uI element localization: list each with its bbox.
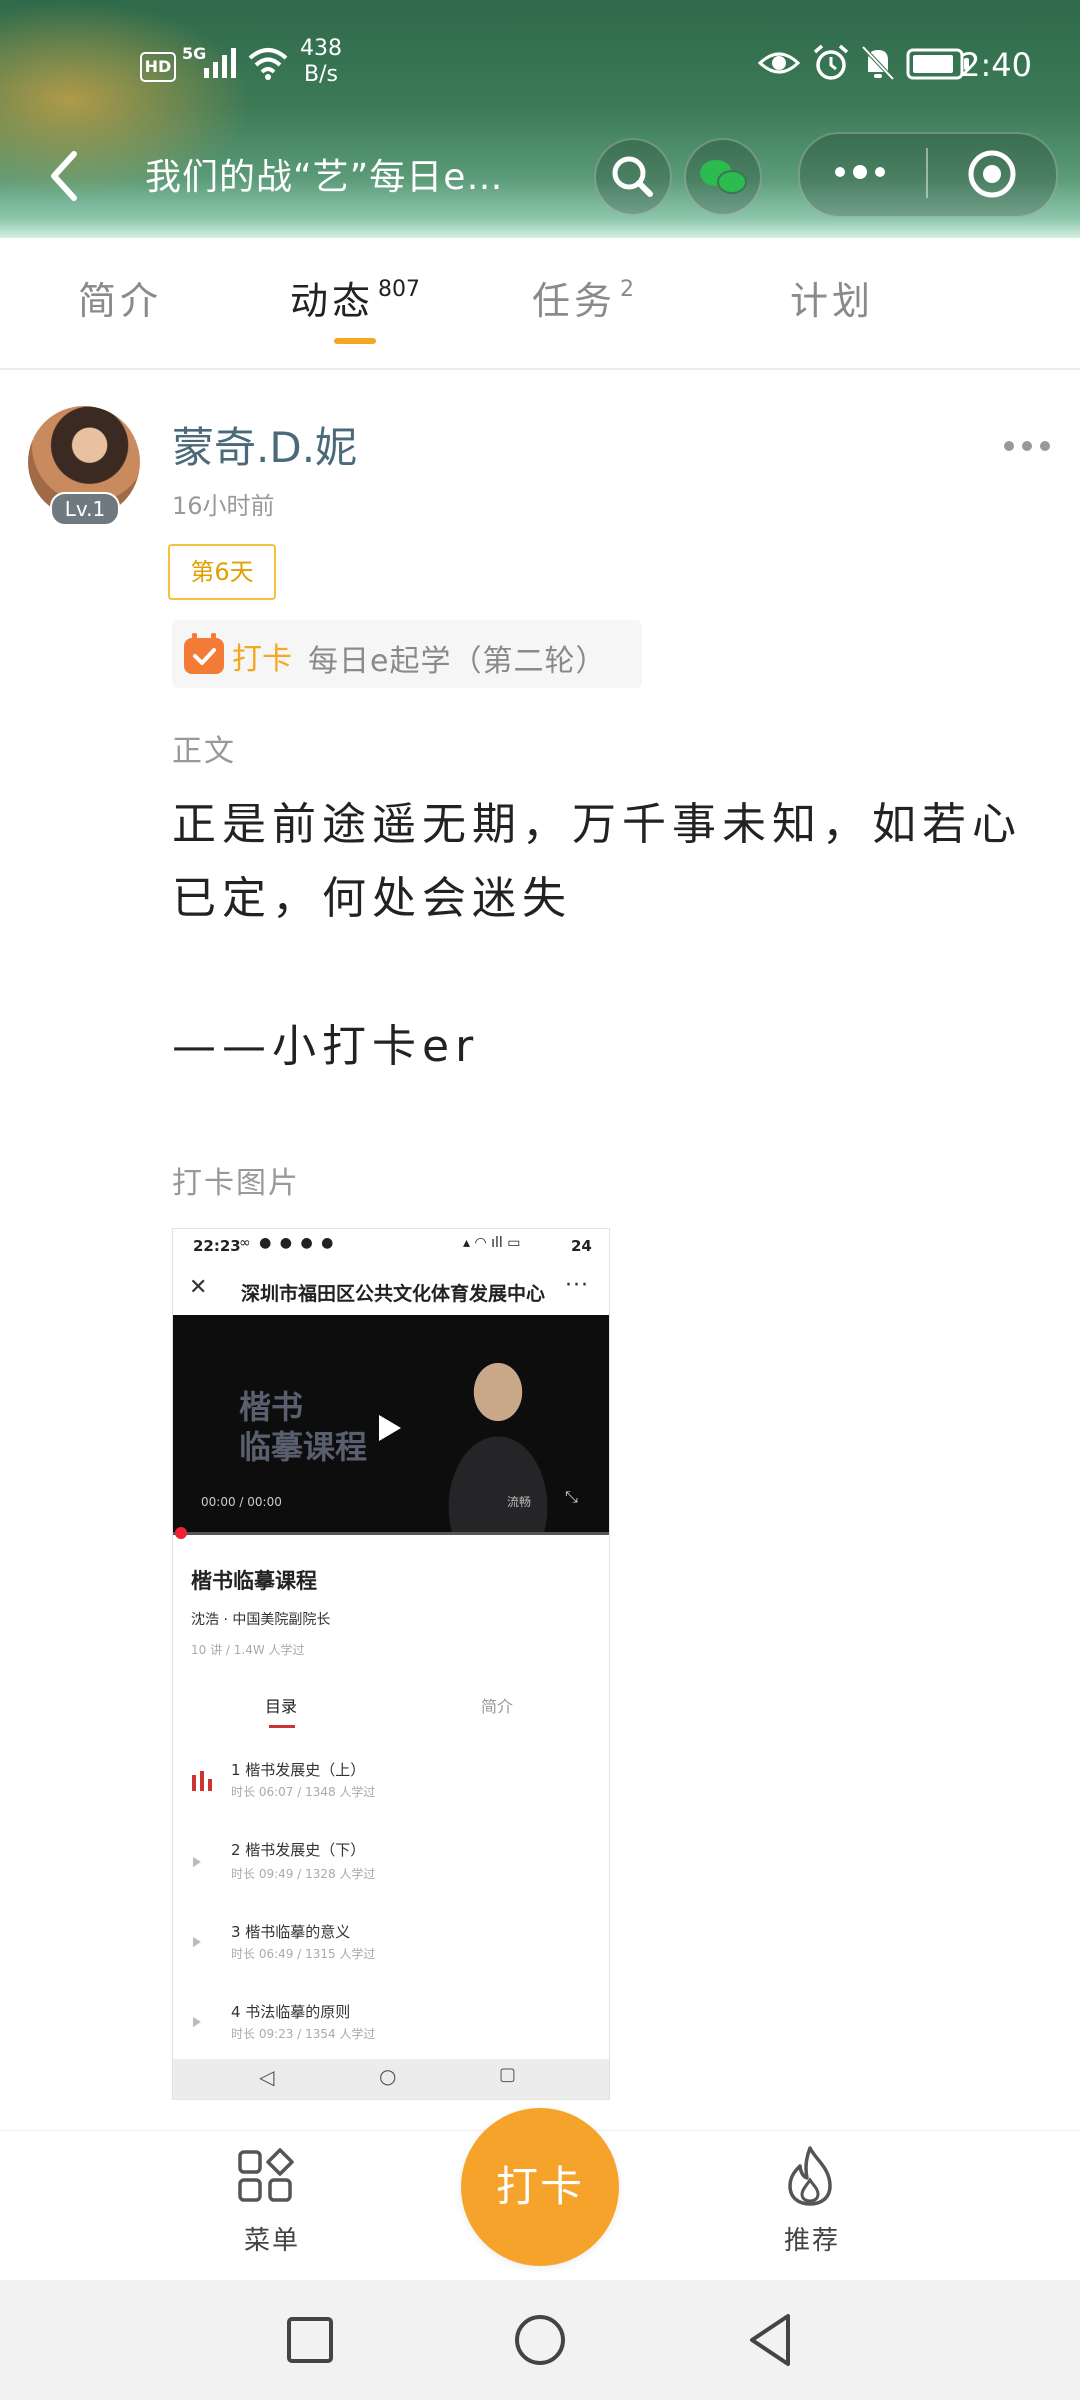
home-icon[interactable] [512,2312,568,2368]
clock: 2:40 [960,46,1032,84]
page-title: 我们的战“艺”每日e… [145,157,504,198]
recommend-button[interactable] [782,2144,838,2208]
network-type: 5G [182,44,207,63]
level-badge: Lv.1 [50,492,120,526]
body-label: 正文 [172,734,236,769]
hd-indicator: HD [140,52,176,82]
wechat-share-button[interactable] [684,138,762,216]
checkin-topic-name: 每日e起学（第二轮） [308,644,607,679]
back-arrow-icon[interactable] [44,148,84,204]
tab-tasks[interactable]: 任务 2 [532,270,634,325]
feed-count-badge: 807 [378,277,421,302]
play-icon [379,1415,401,1441]
tab-intro[interactable]: 简介 [78,270,166,325]
post-body: 正是前途遥无期，万千事未知，如若心已定，何处会迷失 ——小打卡er [172,799,1022,1072]
recommend-label: 推荐 [784,2226,841,2256]
close-mini-program-icon[interactable] [966,148,1018,200]
recent-apps-icon[interactable] [284,2314,336,2366]
search-icon [612,156,653,197]
signal-icon [204,48,236,78]
wechat-icon [700,160,747,194]
more-menu-icon[interactable] [830,160,890,184]
search-button[interactable] [594,138,672,216]
playing-bars-icon [192,1771,212,1791]
image-label: 打卡图片 [172,1166,300,1201]
screenshot-more-icon: ··· [565,1273,589,1298]
checkin-button[interactable]: 打卡 [461,2108,619,2266]
screenshot-title: 深圳市福田区公共文化体育发展中心 [241,1283,546,1305]
flame-icon [788,2146,832,2206]
username[interactable]: 蒙奇.D.妮 [172,414,357,475]
post-more-button[interactable] [996,436,1050,455]
screenshot-close-icon: ✕ [189,1275,208,1300]
post-time: 16小时前 [172,492,275,520]
tab-feed[interactable]: 动态 807 [290,270,420,325]
screenshot-nav-bar: ◁ ○ ▢ [173,2059,609,2099]
screenshot-status-bar: 22:23 ∞ ● ● ● ● ▴ ◠ ıll ▭ 24 [173,1229,609,1265]
network-speed: 438 B/s [300,36,342,87]
back-icon[interactable] [744,2310,796,2370]
menu-button[interactable] [236,2146,298,2208]
checkin-image[interactable]: 22:23 ∞ ● ● ● ● ▴ ◠ ıll ▭ 24 ✕ 深圳市福田区公共文… [172,1228,610,2100]
screenshot-video: 楷书 临摹课程 00:00 / 00:00 流畅 ⤡ [173,1315,609,1535]
checkin-tag-label: 打卡 [232,642,292,677]
tasks-count-badge: 2 [620,277,635,302]
calendar-check-icon [184,633,224,674]
grid-menu-icon [238,2148,294,2202]
active-tab-indicator [334,338,376,344]
capsule-divider [926,148,928,198]
alarm-icon [813,44,849,80]
mute-bell-icon [861,45,895,81]
wifi-icon [248,48,288,80]
tab-plan[interactable]: 计划 [790,270,878,325]
screenshot-course-title: 楷书临摹课程 [191,1569,317,1593]
eye-icon [758,52,800,74]
menu-label: 菜单 [244,2226,301,2256]
day-count-badge: 第6天 [168,544,276,600]
